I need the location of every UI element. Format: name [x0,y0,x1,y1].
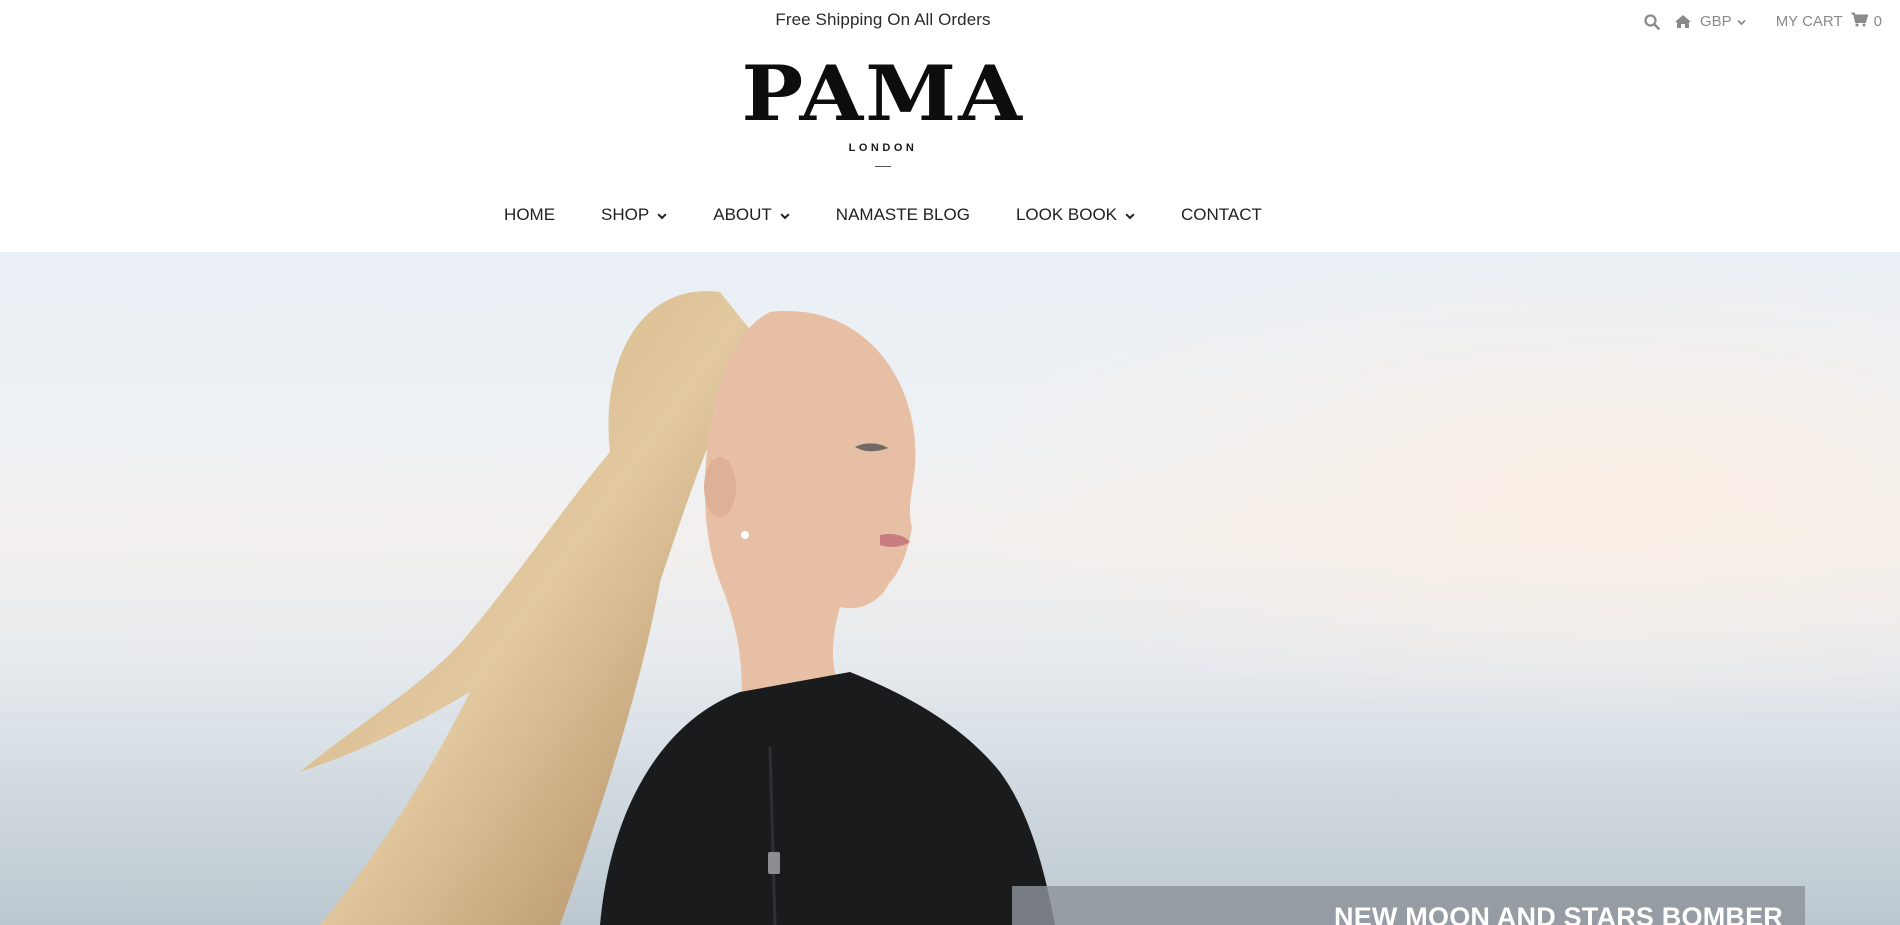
site-logo[interactable]: PAMA LONDON [0,56,1766,167]
chevron-down-icon [1737,13,1746,30]
nav-item-home[interactable]: HOME [504,205,555,225]
nav-item-contact[interactable]: CONTACT [1181,205,1262,225]
nav-item-about[interactable]: ABOUT [713,205,790,225]
main-nav: HOME SHOP ABOUT NAMASTE BLOG LOOK BOOK C… [0,205,1766,225]
nav-item-label: CONTACT [1181,205,1262,224]
nav-item-label: ABOUT [713,205,772,224]
cart-link[interactable]: MY CART 0 [1776,12,1882,31]
logo-wordmark: PAMA [741,49,1025,138]
nav-item-label: HOME [504,205,556,224]
chevron-down-icon [1125,205,1135,225]
nav-item-shop[interactable]: SHOP [601,205,667,225]
cart-icon [1851,12,1869,31]
hero-banner[interactable]: NEW MOON AND STARS BOMBER [0,252,1900,925]
page: Free Shipping On All Orders GBP MY CART [0,0,1900,925]
announcement-bar: Free Shipping On All Orders [775,10,991,29]
hero-image [0,252,1900,925]
logo-divider [875,166,891,167]
cart-count: 0 [1873,13,1882,30]
search-icon[interactable] [1644,13,1660,30]
hero-caption[interactable]: NEW MOON AND STARS BOMBER [1012,886,1805,925]
logo-subtitle: LONDON [848,142,918,154]
nav-item-label: SHOP [601,205,650,224]
chevron-down-icon [780,205,790,225]
home-icon[interactable] [1674,14,1692,29]
currency-label: GBP [1700,13,1732,30]
utility-bar: GBP MY CART 0 [1644,12,1882,31]
currency-selector[interactable]: GBP [1700,13,1746,30]
nav-item-label: LOOK BOOK [1015,205,1118,224]
nav-item-label: NAMASTE BLOG [835,205,970,224]
cart-label: MY CART [1775,13,1843,30]
nav-item-namaste-blog[interactable]: NAMASTE BLOG [836,205,970,225]
nav-item-look-book[interactable]: LOOK BOOK [1016,205,1135,225]
chevron-down-icon [657,205,667,225]
